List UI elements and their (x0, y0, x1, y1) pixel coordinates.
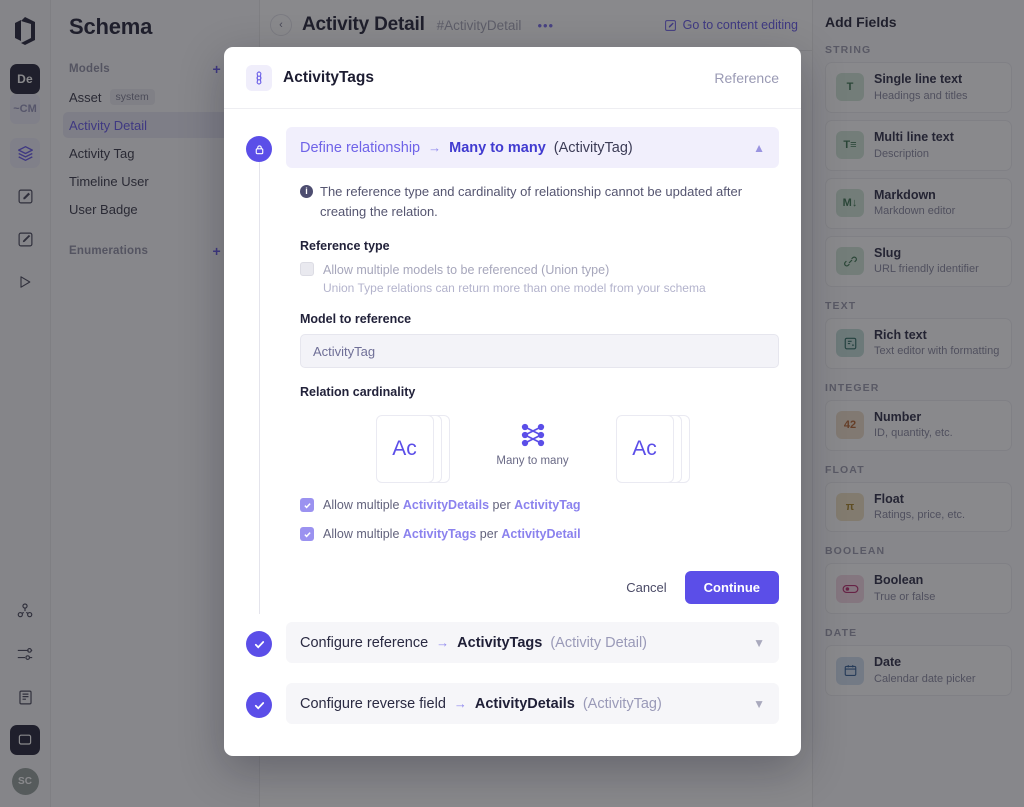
cardinality-label: Many to many (496, 455, 568, 467)
modal-body: Define relationship → Many to many (Acti… (224, 109, 801, 756)
cancel-button[interactable]: Cancel (626, 580, 666, 595)
modal-actions: Cancel Continue (300, 571, 779, 604)
source-model-abbrev: Ac (392, 437, 417, 461)
many-to-many-icon (519, 422, 547, 448)
allow-multiple-tags-row[interactable]: Allow multiple ActivityTags per Activity… (300, 526, 779, 541)
reference-type-label: Reference type (300, 239, 779, 253)
allow1-model-b: ActivityTag (514, 498, 580, 512)
allow1-model-a: ActivityDetails (403, 498, 489, 512)
modal-field-type: Reference (714, 70, 779, 86)
step-value: ActivityDetails (475, 696, 575, 712)
step-value: Many to many (449, 140, 546, 156)
chevron-up-icon[interactable]: ▲ (753, 141, 765, 155)
step-header-define-relationship[interactable]: Define relationship → Many to many (Acti… (286, 127, 779, 168)
step-configure-reverse-field: Configure reverse field → ActivityDetail… (246, 683, 779, 724)
union-type-label: Allow multiple models to be referenced (… (323, 261, 706, 279)
link-chain-icon (246, 65, 272, 91)
model-to-reference-select[interactable]: ActivityTag (300, 334, 779, 368)
step-configure-reference: Configure reference → ActivityTags (Acti… (246, 622, 779, 663)
step-define-relationship: Define relationship → Many to many (Acti… (246, 127, 779, 604)
model-to-reference-label: Model to reference (300, 312, 779, 326)
allow2-model-a: ActivityTags (403, 527, 476, 541)
allow2-pre: Allow multiple (323, 527, 399, 541)
relation-settings-modal: ActivityTags Reference Define relationsh… (224, 47, 801, 756)
allow1-mid: per (493, 498, 511, 512)
arrow-right-icon: → (428, 140, 441, 155)
lock-icon (246, 136, 272, 162)
allow-multiple-tags-label: Allow multiple ActivityTags per Activity… (323, 527, 581, 541)
target-model-abbrev: Ac (632, 437, 657, 461)
step-target-model: (Activity Detail) (550, 635, 647, 651)
relation-cardinality-label: Relation cardinality (300, 385, 779, 399)
union-type-text-wrap: Allow multiple models to be referenced (… (323, 261, 706, 295)
union-type-checkbox-row[interactable]: Allow multiple models to be referenced (… (300, 261, 779, 295)
relationship-info-text: The reference type and cardinality of re… (320, 182, 779, 222)
step-value: ActivityTags (457, 635, 542, 651)
relationship-info-note: i The reference type and cardinality of … (300, 182, 779, 222)
step-connector-line (259, 162, 260, 614)
chevron-down-icon[interactable]: ▼ (753, 636, 765, 650)
allow2-model-b: ActivityDetail (501, 527, 580, 541)
cardinality-visual: Ac Many to many (300, 415, 779, 483)
source-model-card: Ac (376, 415, 434, 483)
cardinality-indicator: Many to many (490, 415, 576, 467)
step-label: Define relationship (300, 140, 420, 156)
step-label: Configure reverse field (300, 696, 446, 712)
step-label: Configure reference (300, 635, 428, 651)
step-target-model: (ActivityTag) (583, 696, 662, 712)
step-header-configure-reverse-field[interactable]: Configure reverse field → ActivityDetail… (286, 683, 779, 724)
check-circle-icon (246, 692, 272, 718)
check-circle-icon (246, 631, 272, 657)
step-header-configure-reference[interactable]: Configure reference → ActivityTags (Acti… (286, 622, 779, 663)
continue-button[interactable]: Continue (685, 571, 779, 604)
allow-multiple-details-label: Allow multiple ActivityDetails per Activ… (323, 498, 581, 512)
allow1-pre: Allow multiple (323, 498, 399, 512)
union-type-sublabel: Union Type relations can return more tha… (323, 281, 706, 295)
modal-title: ActivityTags (283, 69, 374, 87)
allow-multiple-details-row[interactable]: Allow multiple ActivityDetails per Activ… (300, 497, 779, 512)
union-type-checkbox[interactable] (300, 262, 314, 276)
allow-multiple-tags-checkbox[interactable] (300, 527, 314, 541)
step-target-model: (ActivityTag) (554, 140, 633, 156)
allow2-mid: per (480, 527, 498, 541)
target-model-card: Ac (616, 415, 674, 483)
arrow-right-icon: → (436, 635, 449, 650)
source-model-card-stack: Ac (376, 415, 450, 483)
chevron-down-icon[interactable]: ▼ (753, 697, 765, 711)
collapsed-steps: Configure reference → ActivityTags (Acti… (246, 622, 779, 724)
define-relationship-panel: i The reference type and cardinality of … (286, 168, 779, 604)
arrow-right-icon: → (454, 696, 467, 711)
target-model-card-stack: Ac (616, 415, 690, 483)
model-to-reference-value: ActivityTag (313, 344, 375, 359)
app-root: De ~CM (0, 0, 1024, 807)
info-icon: i (300, 185, 313, 198)
allow-multiple-details-checkbox[interactable] (300, 498, 314, 512)
modal-header: ActivityTags Reference (224, 47, 801, 109)
